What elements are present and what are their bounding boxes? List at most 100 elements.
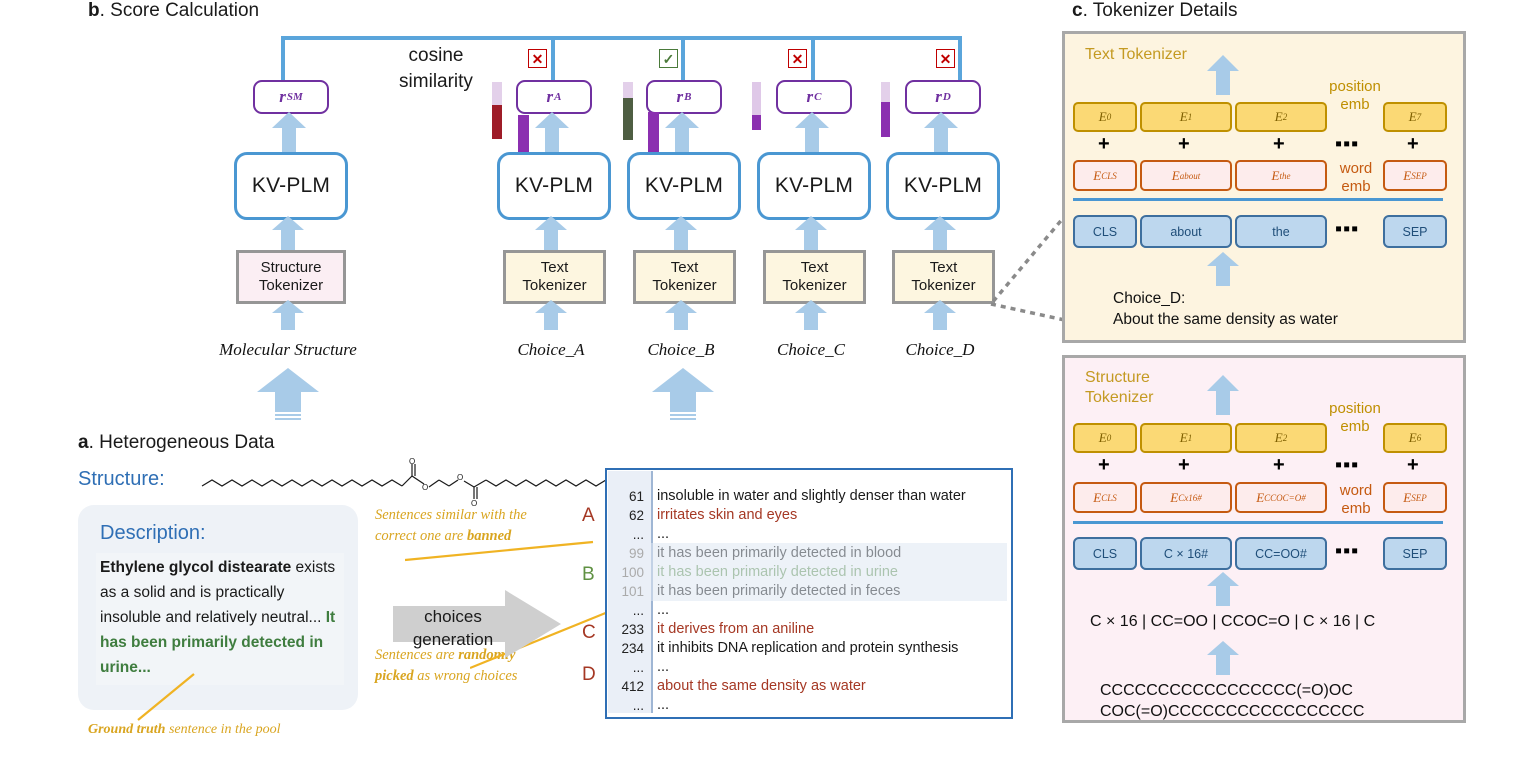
row-text: it has been primarily detected in feces	[657, 583, 901, 599]
row-number: 412	[621, 679, 644, 694]
row-number: 233	[621, 622, 644, 637]
arrow-structure-tokenizer-output	[1207, 375, 1239, 415]
structure-position-emb-1: E1	[1140, 423, 1232, 453]
structure-raw-smiles: CCCCCCCCCCCCCCCCC(=O)OC COC(=O)CCCCCCCCC…	[1100, 682, 1365, 720]
arrow-input-to-tokenizer-structure	[272, 300, 304, 330]
text-word-emb-the: Ethe	[1235, 160, 1327, 191]
arrow-input-to-tokenizer-a	[535, 300, 567, 330]
panel-c-letter: c	[1072, 0, 1083, 21]
vector-bar-b-light	[623, 82, 633, 98]
structure-token-ccoo: CC=OO#	[1235, 537, 1327, 570]
text-plus-2: +	[1273, 133, 1285, 155]
text-word-emb-about: Eabout	[1140, 160, 1232, 191]
structure-position-emb-2: E2	[1235, 423, 1327, 453]
panel-b-title: b. Score Calculation	[88, 0, 259, 22]
row-number: 62	[628, 508, 644, 523]
structure-token-cls: CLS	[1073, 537, 1137, 570]
description-text: Ethylene glycol distearate exists as a s…	[100, 555, 342, 680]
text-position-emb-2: E2	[1235, 102, 1327, 132]
input-label-choice-d: Choice_D	[905, 340, 975, 359]
text-plus-0: +	[1098, 133, 1110, 155]
structure-word-emb-c16: E Cx16#	[1140, 482, 1232, 513]
ground-truth-leader-line	[137, 673, 195, 721]
structure-plus-1: +	[1178, 454, 1190, 476]
vector-bar-c-light	[752, 82, 761, 115]
text-position-emb-label: position emb	[1329, 78, 1381, 113]
row-number: 100	[621, 565, 644, 580]
arrow-input-to-tokenizer-d	[924, 300, 956, 330]
arrow-kvplm-to-rsm	[272, 112, 306, 152]
input-label-choice-b: Choice_B	[647, 340, 715, 359]
structure-position-emb-6: E6	[1383, 423, 1447, 453]
annotation-banned-line1: Sentences similar with the	[375, 507, 527, 523]
vector-bar-d-dark	[881, 102, 890, 137]
arrow-segments-to-tokens	[1207, 572, 1239, 606]
banned-leader-line	[405, 540, 594, 562]
structure-plus-dots: ▪▪▪	[1335, 454, 1360, 476]
connector-drop-sm	[281, 36, 285, 80]
panel-a-text: . Heterogeneous Data	[88, 432, 275, 453]
text-tokenizer-caption: Choice_D: About the same density as wate…	[1113, 290, 1338, 328]
arrow-kvplm-to-ra	[535, 112, 569, 152]
input-label-molecular-structure: Molecular Structure	[219, 340, 357, 359]
row-number: ...	[632, 698, 644, 713]
connector-drop-c	[811, 36, 815, 80]
panel-c-text: . Tokenizer Details	[1082, 0, 1238, 21]
svg-text:O: O	[457, 473, 463, 482]
panel-a-letter: a	[78, 432, 89, 453]
panel-c-title: c. Tokenizer Details	[1072, 0, 1237, 22]
kvplm-box-a: KV-PLM	[497, 152, 611, 220]
structure-word-emb-label: word emb	[1339, 482, 1373, 517]
mark-b-correct: ✓	[659, 49, 678, 68]
r-box-a: rA	[516, 80, 592, 114]
tokenizer-box-b: Text Tokenizer	[633, 250, 736, 304]
svg-text:O: O	[409, 457, 415, 466]
kvplm-box-d: KV-PLM	[886, 152, 1000, 220]
structure-position-emb-0: E0	[1073, 423, 1137, 453]
row-text: it inhibits DNA replication and protein …	[657, 640, 959, 656]
arrow-data-to-choices	[652, 368, 714, 420]
r-box-d: rD	[905, 80, 981, 114]
arrow-tokenizer-to-kvplm-d	[924, 216, 956, 250]
structure-token-sep: SEP	[1383, 537, 1447, 570]
row-text: about the same density as water	[657, 678, 866, 694]
description-bold: Ethylene glycol distearate	[100, 559, 292, 576]
vector-bar-d-light	[881, 82, 890, 102]
row-number: 234	[621, 641, 644, 656]
vector-bar-b-dark	[623, 98, 633, 140]
text-word-emb-cls: E CLS	[1073, 160, 1137, 191]
molecule-diagram: O O O O	[201, 457, 617, 508]
text-token-the: the	[1235, 215, 1327, 248]
structure-tokenizer-separator	[1073, 521, 1443, 524]
structure-token-c16: C × 16#	[1140, 537, 1232, 570]
choice-marker-d: D	[582, 664, 596, 685]
structure-word-emb-ccoc: E CCOC=O#	[1235, 482, 1327, 513]
text-word-emb-sep: E SEP	[1383, 160, 1447, 191]
text-token-cls: CLS	[1073, 215, 1137, 248]
tokenizer-box-c: Text Tokenizer	[763, 250, 866, 304]
vector-bar-c-dark	[752, 115, 761, 130]
kvplm-box-b: KV-PLM	[627, 152, 741, 220]
sentence-pool-rows: 61 insoluble in water and slightly dense…	[607, 487, 1007, 715]
text-tokenizer-title: Text Tokenizer	[1085, 46, 1187, 63]
structure-word-emb-cls: E CLS	[1073, 482, 1137, 513]
arrow-tokenizer-to-kvplm-a	[535, 216, 567, 250]
panel-b-text: . Score Calculation	[99, 0, 260, 21]
row-number: ...	[632, 603, 644, 618]
arrow-text-input-to-tokens	[1207, 252, 1239, 286]
structure-word-emb-sep: E SEP	[1383, 482, 1447, 513]
description-label: Description:	[100, 522, 206, 544]
choice-marker-c: C	[582, 622, 596, 643]
text-position-emb-0: E0	[1073, 102, 1137, 132]
ground-truth-note: Ground truth sentence in the pool	[88, 722, 281, 738]
arrow-tokenizer-to-kvplm-b	[665, 216, 697, 250]
r-box-c: rC	[776, 80, 852, 114]
text-tokenizer-separator	[1073, 198, 1443, 201]
choices-generation-label: choices generation	[412, 607, 494, 649]
cosine-similarity-label: cosine similarity	[399, 45, 473, 92]
arrow-input-to-tokenizer-b	[665, 300, 697, 330]
text-plus-1: +	[1178, 133, 1190, 155]
connector-bus	[281, 36, 962, 40]
text-position-emb-1: E1	[1140, 102, 1232, 132]
ground-truth-bold: Ground truth	[88, 722, 166, 737]
